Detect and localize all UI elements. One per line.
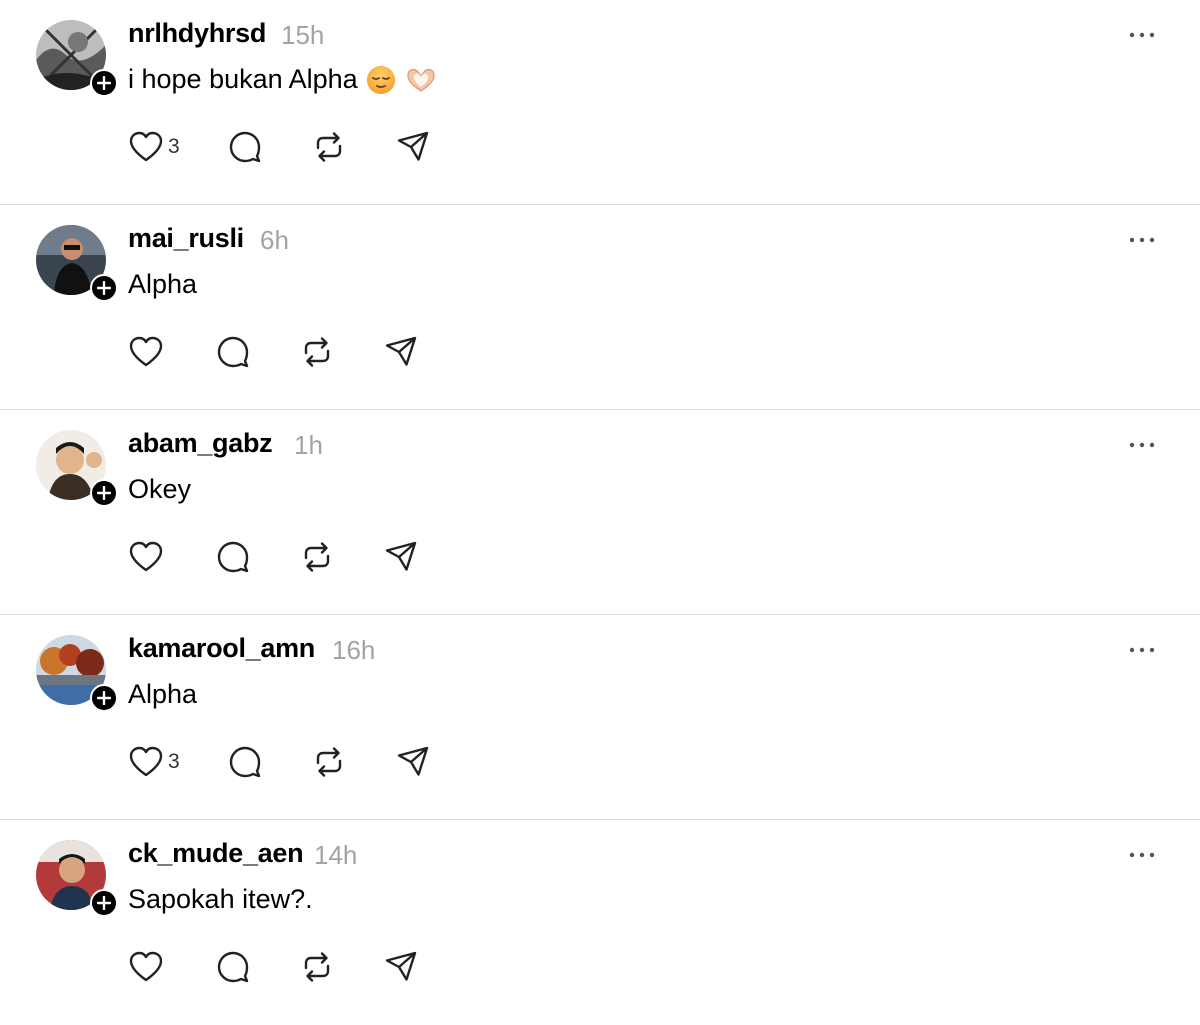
post-actions: 3 — [128, 126, 430, 168]
send-icon — [385, 336, 417, 366]
comment-icon — [217, 541, 249, 573]
post-actions — [128, 536, 418, 578]
username[interactable]: nrlhdyhrsd — [128, 18, 266, 49]
heart-icon — [129, 541, 163, 572]
follow-button[interactable] — [90, 69, 118, 97]
post-actions — [128, 946, 418, 988]
send-icon — [385, 951, 417, 981]
reply-button[interactable] — [216, 331, 250, 373]
username[interactable]: mai_rusli — [128, 223, 244, 254]
plus-icon — [97, 486, 111, 500]
comment-icon — [229, 746, 260, 778]
like-button[interactable]: 3 — [128, 741, 180, 783]
post-text: i hope bukan Alpha — [128, 64, 438, 95]
plus-icon — [97, 281, 111, 295]
like-count: 3 — [168, 135, 180, 158]
post: kamarool_amn 16h Alpha 3 — [0, 615, 1200, 820]
share-button[interactable] — [384, 536, 418, 578]
username[interactable]: kamarool_amn — [128, 633, 315, 664]
like-count: 3 — [168, 750, 180, 773]
avatar[interactable] — [36, 635, 118, 712]
reply-button[interactable] — [216, 536, 250, 578]
heart-hands-icon — [407, 68, 435, 92]
post: ck_mude_aen 14h Sapokah itew?. — [0, 820, 1200, 1025]
post-text-content: Alpha — [128, 679, 198, 709]
timestamp[interactable]: 6h — [260, 225, 289, 256]
heart-icon — [129, 951, 163, 982]
follow-button[interactable] — [90, 889, 118, 917]
repost-button[interactable] — [300, 331, 334, 373]
post-text: Alpha — [128, 269, 197, 300]
repost-button[interactable] — [312, 741, 346, 783]
post-text-content: Sapokah itew?. — [128, 884, 313, 914]
send-icon — [385, 541, 417, 571]
post-text: Sapokah itew?. — [128, 884, 313, 915]
timestamp[interactable]: 1h — [294, 430, 323, 461]
post: nrlhdyhrsd 15h i hope bukan Alpha 3 — [0, 0, 1200, 205]
heart-icon — [129, 131, 163, 162]
post-actions: 3 — [128, 741, 430, 783]
send-icon — [397, 746, 428, 776]
follow-button[interactable] — [90, 479, 118, 507]
pensive-face-icon — [366, 65, 395, 94]
post: mai_rusli 6h Alpha — [0, 205, 1200, 410]
more-icon[interactable] — [1128, 235, 1156, 245]
comment-icon — [217, 951, 249, 983]
username[interactable]: ck_mude_aen — [128, 838, 304, 869]
thread-replies-feed: nrlhdyhrsd 15h i hope bukan Alpha 3 mai_… — [0, 0, 1200, 1025]
repost-icon — [304, 542, 330, 572]
repost-icon — [304, 952, 330, 982]
plus-icon — [97, 691, 111, 705]
repost-button[interactable] — [300, 946, 334, 988]
like-button[interactable]: 3 — [128, 126, 180, 168]
reply-button[interactable] — [228, 126, 262, 168]
more-icon[interactable] — [1128, 440, 1156, 450]
like-button[interactable] — [128, 331, 168, 373]
more-icon[interactable] — [1128, 30, 1156, 40]
share-button[interactable] — [396, 126, 430, 168]
post-text-content: Okey — [128, 474, 192, 504]
avatar[interactable] — [36, 225, 118, 302]
timestamp[interactable]: 16h — [332, 635, 375, 666]
heart-icon — [129, 746, 163, 777]
more-icon[interactable] — [1128, 645, 1156, 655]
repost-button[interactable] — [312, 126, 346, 168]
avatar[interactable] — [36, 840, 118, 917]
comment-icon — [229, 131, 260, 163]
repost-icon — [304, 337, 330, 367]
reply-button[interactable] — [216, 946, 250, 988]
follow-button[interactable] — [90, 684, 118, 712]
post-text-content: i hope bukan Alpha — [128, 64, 358, 94]
share-button[interactable] — [396, 741, 430, 783]
heart-icon — [129, 336, 163, 367]
more-icon[interactable] — [1128, 850, 1156, 860]
post-text-content: Alpha — [128, 269, 198, 299]
post: abam_gabz 1h Okey — [0, 410, 1200, 615]
comment-icon — [217, 336, 249, 368]
repost-button[interactable] — [300, 536, 334, 578]
plus-icon — [97, 76, 111, 90]
like-button[interactable] — [128, 536, 168, 578]
avatar[interactable] — [36, 20, 118, 97]
post-actions — [128, 331, 418, 373]
timestamp[interactable]: 15h — [281, 20, 324, 51]
repost-icon — [316, 132, 341, 162]
post-text: Okey — [128, 474, 191, 505]
reply-button[interactable] — [228, 741, 262, 783]
follow-button[interactable] — [90, 274, 118, 302]
username[interactable]: abam_gabz — [128, 428, 273, 459]
post-text: Alpha — [128, 679, 197, 710]
avatar[interactable] — [36, 430, 118, 507]
repost-icon — [316, 747, 341, 777]
share-button[interactable] — [384, 946, 418, 988]
like-button[interactable] — [128, 946, 168, 988]
send-icon — [397, 131, 428, 161]
plus-icon — [97, 896, 111, 910]
share-button[interactable] — [384, 331, 418, 373]
timestamp[interactable]: 14h — [314, 840, 357, 871]
